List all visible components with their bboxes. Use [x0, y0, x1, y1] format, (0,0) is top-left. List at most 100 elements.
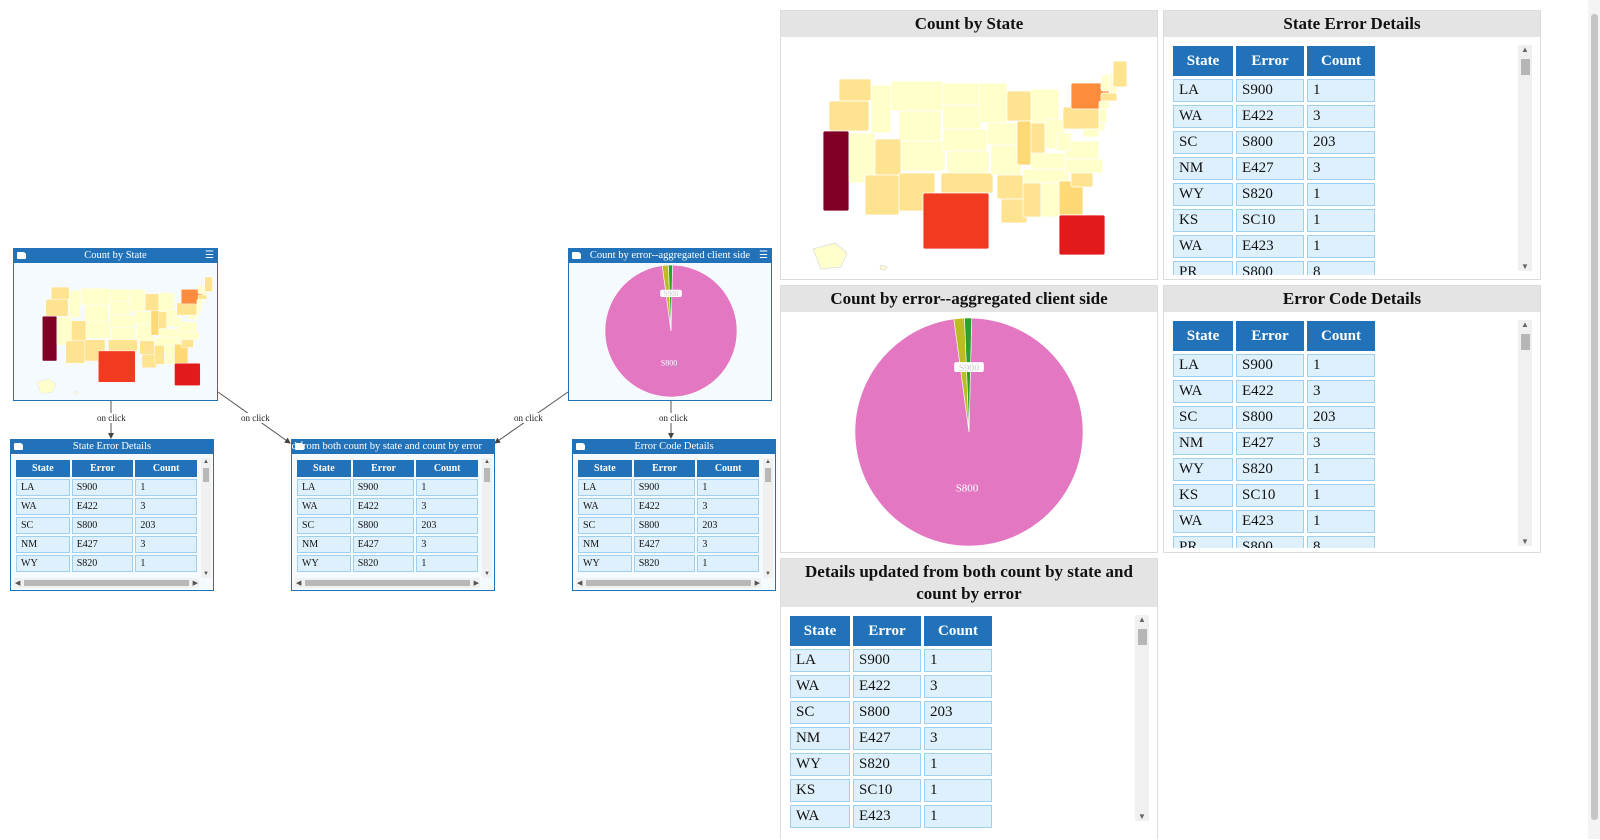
column-header-error[interactable]: Error [853, 616, 921, 646]
table-row[interactable]: SC S800 203 [297, 517, 478, 534]
page-scrollbar[interactable] [1588, 0, 1600, 839]
vertical-scrollbar[interactable]: ▲ ▼ [482, 458, 492, 578]
column-header-state[interactable]: State [578, 460, 632, 477]
map-state[interactable] [109, 301, 132, 316]
map-state[interactable] [174, 363, 201, 386]
map-state[interactable] [942, 82, 980, 106]
table-row[interactable]: WY S820 1 [1173, 183, 1375, 206]
table-row[interactable]: WA E422 3 [578, 498, 759, 515]
table-row[interactable]: SC S800 203 [1173, 131, 1375, 154]
map-state[interactable] [1058, 214, 1106, 256]
column-header-state[interactable]: State [790, 616, 850, 646]
table-row[interactable]: KS SC10 1 [1173, 484, 1375, 507]
table-row[interactable]: LA S900 1 [1173, 354, 1375, 377]
map-state[interactable] [1030, 152, 1070, 170]
table-row[interactable]: WA E423 1 [790, 805, 992, 828]
map-state[interactable] [870, 84, 892, 134]
map-state[interactable] [828, 100, 870, 132]
table-row[interactable]: NM E427 3 [16, 536, 197, 553]
map-state[interactable] [197, 294, 208, 300]
map-state[interactable] [838, 78, 872, 102]
column-header-count[interactable]: Count [416, 460, 478, 477]
table-row[interactable]: LA S900 1 [790, 649, 992, 672]
node-state-error-details[interactable]: State Error Details State Error Count LA S90… [10, 439, 214, 591]
map-state[interactable] [65, 340, 86, 364]
table-row[interactable]: WA E423 1 [1173, 235, 1375, 258]
map-state[interactable] [187, 314, 198, 320]
map-state[interactable] [45, 299, 69, 317]
table-row[interactable]: SC S800 203 [578, 517, 759, 534]
map-state[interactable] [158, 328, 181, 338]
table-row[interactable]: LA S900 1 [578, 479, 759, 496]
vertical-scrollbar[interactable]: ▲ ▼ [763, 458, 773, 578]
table-row[interactable]: WA E423 1 [1173, 510, 1375, 533]
map-state[interactable] [109, 314, 135, 328]
table-row[interactable]: WY S820 1 [790, 753, 992, 776]
node-header[interactable]: Count by error--aggregated client side ☰ [569, 249, 771, 263]
map-state[interactable] [109, 289, 130, 302]
column-header-count[interactable]: Count [1307, 46, 1375, 76]
mini-table-wrap[interactable]: State Error Count LA S900 1 WA E422 3 SC S800 203 NM… [14, 458, 199, 578]
map-state[interactable] [84, 304, 109, 323]
map-state[interactable] [85, 321, 111, 339]
mini-table-wrap[interactable]: State Error Count LA S900 1 WA E422 3 SC S800 203 NM… [576, 458, 761, 578]
map-state[interactable] [898, 110, 942, 142]
map-state[interactable] [176, 302, 198, 316]
table-row[interactable]: SC S800 203 [1173, 406, 1375, 429]
map-state[interactable] [1098, 122, 1106, 132]
mini-table-wrap[interactable]: State Error Count LA S900 1 WA E422 3 SC S800 203 NM… [295, 458, 480, 578]
map-state[interactable] [1112, 60, 1128, 88]
column-header-count[interactable]: Count [1307, 321, 1375, 351]
map-state[interactable] [197, 284, 203, 295]
horizontal-scrollbar[interactable]: ◀ ▶ [295, 578, 480, 588]
table-row[interactable]: WA E422 3 [1173, 380, 1375, 403]
map-state[interactable] [942, 128, 988, 152]
table-row[interactable]: WY S820 1 [297, 555, 478, 572]
table-row[interactable]: LA S900 1 [16, 479, 197, 496]
table-row[interactable]: LA S900 1 [297, 479, 478, 496]
table-row[interactable]: SC S800 203 [790, 701, 992, 724]
map-state[interactable] [1062, 106, 1100, 130]
map-state[interactable] [864, 174, 900, 216]
table-row[interactable]: WY S820 1 [578, 555, 759, 572]
node-count-by-error[interactable]: Count by error--aggregated client side ☰… [568, 248, 772, 401]
map-state[interactable] [1100, 74, 1110, 92]
map-state[interactable] [879, 264, 888, 271]
map-state[interactable] [139, 340, 155, 355]
table-row[interactable]: LA S900 1 [1173, 79, 1375, 102]
node-header[interactable]: Details updated from both count by state… [292, 440, 494, 454]
map-state[interactable] [940, 172, 994, 194]
details-table-wrap[interactable]: State Error Count LA S900 1 WA E422 3 SC S800 203 NM… [787, 613, 1127, 840]
map-state[interactable] [822, 130, 850, 212]
map-state[interactable] [900, 140, 946, 172]
pie-chart[interactable]: S800 S900 [781, 286, 1157, 552]
table-row[interactable]: WA E422 3 [1173, 105, 1375, 128]
map-state[interactable] [196, 311, 201, 317]
map-state[interactable] [150, 310, 160, 336]
map-state[interactable] [1064, 158, 1104, 174]
table-row[interactable]: PR S800 8 [1173, 261, 1375, 275]
table-row[interactable]: NM E427 3 [1173, 432, 1375, 455]
horizontal-scrollbar[interactable]: ◀ ▶ [14, 578, 199, 588]
vertical-scrollbar[interactable]: ▲ ▼ [1518, 45, 1532, 271]
map-state[interactable] [51, 286, 70, 300]
map-state[interactable] [73, 390, 79, 395]
vertical-scrollbar[interactable]: ▲ ▼ [1518, 320, 1532, 546]
map-state[interactable] [129, 289, 146, 312]
map-state[interactable] [990, 144, 1022, 176]
vertical-scrollbar[interactable]: ▲ ▼ [1135, 615, 1149, 821]
column-header-error[interactable]: Error [1236, 46, 1304, 76]
map-state[interactable] [196, 299, 203, 305]
map-state[interactable] [98, 350, 136, 383]
map-state[interactable] [946, 150, 990, 174]
map-state[interactable] [136, 323, 154, 342]
column-header-state[interactable]: State [297, 460, 351, 477]
menu-icon[interactable]: ☰ [759, 250, 768, 262]
map-state[interactable] [1056, 132, 1072, 152]
map-state[interactable] [922, 192, 990, 250]
map-state[interactable] [1006, 90, 1032, 122]
map-state[interactable] [158, 292, 175, 312]
map-state[interactable] [942, 104, 982, 130]
map-state[interactable] [145, 293, 160, 311]
table-row[interactable]: WA E422 3 [297, 498, 478, 515]
